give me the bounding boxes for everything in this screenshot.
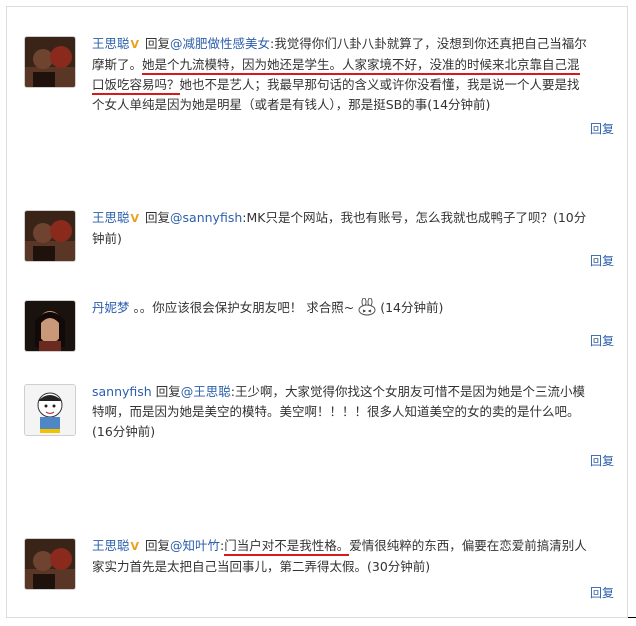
reply-button[interactable]: 回复 — [590, 332, 614, 349]
comment-text: 王思聪V 回复@sannyfish:MK只是个网站，我也有账号，怎么我就也成鸭子… — [92, 208, 592, 249]
avatar-image — [25, 539, 75, 589]
comment-body: :MK只是个网站，我也有账号，怎么我就也成鸭子了呗？ — [242, 210, 553, 225]
avatar-image — [25, 37, 75, 87]
avatar-image — [25, 385, 75, 435]
username-link[interactable]: 王思聪 — [92, 210, 130, 225]
reply-label: 回复 — [145, 210, 171, 225]
avatar-image — [25, 211, 75, 261]
mention-link[interactable]: @sannyfish — [170, 210, 242, 225]
reply-button[interactable]: 回复 — [590, 452, 614, 469]
timestamp: (14分钟前) — [427, 97, 491, 112]
comment-item: 王思聪V 回复@知叶竹:门当户对不是我性格。爱情很纯粹的东西，偏要在恋爱前搞清别… — [24, 538, 614, 602]
mention-link[interactable]: @王思聪 — [181, 384, 231, 399]
reply-button[interactable]: 回复 — [590, 120, 614, 137]
avatar[interactable] — [24, 538, 76, 590]
avatar[interactable] — [24, 210, 76, 262]
comment-text: 丹妮梦 。。你应该很会保护女朋友吧！ 求合照~ (14分钟前) — [92, 297, 592, 322]
comment-item: sannyfish 回复@王思聪:王少啊，大家觉得你找这个女朋友可惜不是因为她是… — [24, 384, 614, 470]
verified-badge-icon: V — [130, 212, 140, 225]
comment-text: 王思聪V 回复@减肥做性感美女:我觉得你们八卦八卦就算了，没想到你还真把自己当福… — [92, 34, 592, 115]
avatar[interactable] — [24, 384, 76, 436]
mention-link[interactable]: @减肥做性感美女 — [170, 36, 270, 51]
reply-label: 回复 — [145, 36, 171, 51]
reply-button[interactable]: 回复 — [590, 252, 614, 269]
comment-text: sannyfish 回复@王思聪:王少啊，大家觉得你找这个女朋友可惜不是因为她是… — [92, 382, 592, 442]
verified-badge-icon: V — [130, 540, 140, 553]
rabbit-emoticon-icon — [356, 297, 378, 322]
edge-divider — [628, 617, 636, 618]
avatar[interactable] — [24, 300, 76, 352]
comment-item: 王思聪V 回复@sannyfish:MK只是个网站，我也有账号，怎么我就也成鸭子… — [24, 210, 614, 270]
mention-link[interactable]: @知叶竹 — [170, 538, 220, 553]
username-link[interactable]: 丹妮梦 — [92, 300, 130, 315]
highlighted-text: 门当户对不是我性格。 — [224, 538, 350, 556]
timestamp: (30分钟前) — [367, 559, 431, 574]
reply-label: 回复 — [155, 384, 181, 399]
timestamp: (14分钟前) — [380, 300, 444, 315]
avatar[interactable] — [24, 36, 76, 88]
comment-item: 丹妮梦 。。你应该很会保护女朋友吧！ 求合照~ (14分钟前) 回复 — [24, 297, 614, 356]
reply-label: 回复 — [145, 538, 171, 553]
verified-badge-icon: V — [130, 38, 140, 51]
avatar-image — [25, 301, 75, 351]
username-link[interactable]: 王思聪 — [92, 36, 130, 51]
username-link[interactable]: 王思聪 — [92, 538, 130, 553]
comment-body: 。。你应该很会保护女朋友吧！ 求合照~ — [133, 300, 355, 315]
timestamp: (16分钟前) — [92, 424, 156, 439]
reply-button[interactable]: 回复 — [590, 584, 614, 601]
comment-text: 王思聪V 回复@知叶竹:门当户对不是我性格。爱情很纯粹的东西，偏要在恋爱前搞清别… — [92, 536, 592, 577]
username-link[interactable]: sannyfish — [92, 384, 152, 399]
comment-item: 王思聪V 回复@减肥做性感美女:我觉得你们八卦八卦就算了，没想到你还真把自己当福… — [24, 36, 614, 140]
